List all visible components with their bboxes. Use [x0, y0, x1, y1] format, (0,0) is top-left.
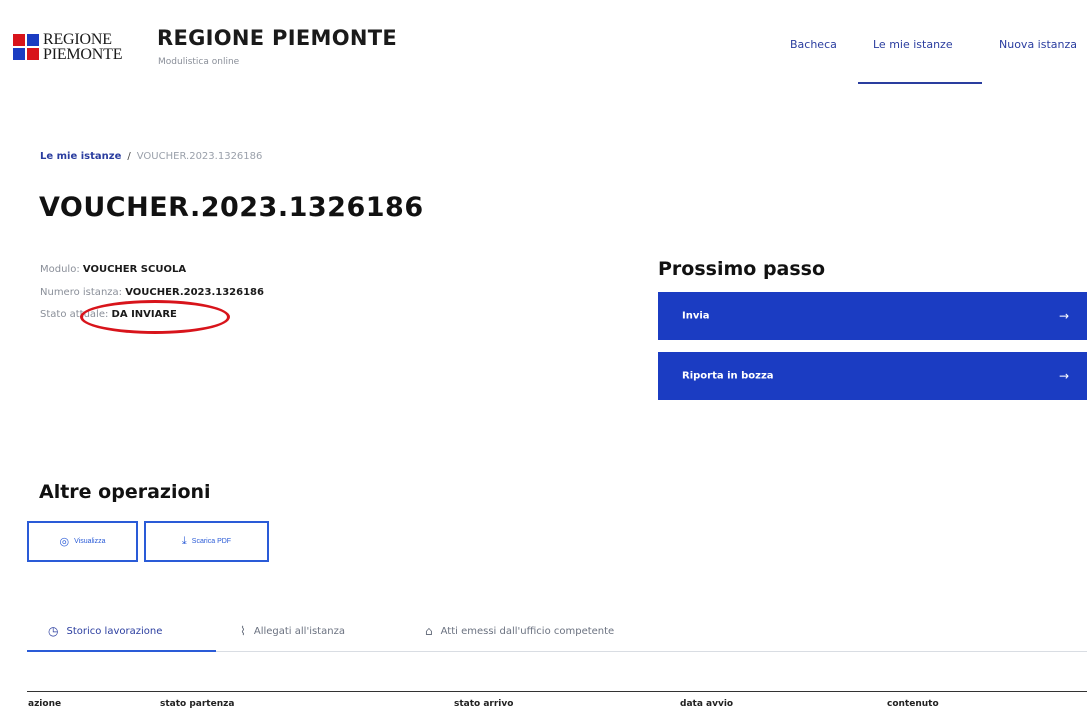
info-modulo: Modulo: VOUCHER SCUOLA	[40, 264, 186, 275]
top-navigation: Bacheca Le mie istanze Nuova istanza	[0, 38, 1087, 84]
table-header-divider	[27, 691, 1087, 692]
nav-active-indicator	[858, 82, 982, 84]
tab-storico-lavorazione[interactable]: ◷ Storico lavorazione	[48, 610, 162, 652]
nav-nuova-istanza[interactable]: Nuova istanza	[999, 38, 1077, 51]
breadcrumb-current: VOUCHER.2023.1326186	[136, 151, 263, 162]
arrow-right-icon: →	[1058, 369, 1069, 383]
paperclip-icon: ⌇	[240, 624, 246, 638]
column-header-contenuto[interactable]: contenuto	[887, 699, 939, 709]
tab-label: Atti emessi dall'ufficio competente	[440, 625, 615, 637]
other-operations-title: Altre operazioni	[39, 481, 211, 503]
visualizza-button[interactable]: ◎ Visualizza	[27, 521, 138, 562]
invia-button-label: Invia	[682, 310, 710, 322]
breadcrumb-link-le-mie-istanze[interactable]: Le mie istanze	[40, 151, 121, 162]
tab-allegati[interactable]: ⌇ Allegati all'istanza	[240, 610, 345, 652]
breadcrumb-separator: /	[127, 151, 131, 162]
tab-active-indicator	[27, 650, 216, 652]
info-numero: Numero istanza: VOUCHER.2023.1326186	[40, 287, 264, 298]
info-modulo-value: VOUCHER SCUOLA	[82, 264, 187, 275]
riporta-in-bozza-label: Riporta in bozza	[682, 370, 774, 382]
visualizza-label: Visualizza	[74, 538, 106, 545]
eye-icon: ◎	[59, 536, 70, 548]
arrow-right-icon: →	[1058, 309, 1069, 323]
building-icon: ⌂	[425, 624, 433, 638]
info-numero-value: VOUCHER.2023.1326186	[125, 287, 264, 298]
invia-button[interactable]: Invia →	[658, 292, 1087, 340]
next-step-title: Prossimo passo	[658, 258, 826, 280]
column-header-data-avvio[interactable]: data avvio	[680, 699, 733, 709]
tab-bar: ◷ Storico lavorazione ⌇ Allegati all'ist…	[27, 610, 1087, 652]
column-header-azione[interactable]: azione	[28, 699, 61, 709]
tab-label: Storico lavorazione	[66, 625, 163, 637]
nav-bacheca[interactable]: Bacheca	[790, 38, 837, 51]
column-header-stato-arrivo[interactable]: stato arrivo	[454, 699, 513, 709]
nav-le-mie-istanze[interactable]: Le mie istanze	[873, 38, 953, 51]
page-title: VOUCHER.2023.1326186	[39, 192, 424, 223]
riporta-in-bozza-button[interactable]: Riporta in bozza →	[658, 352, 1087, 400]
info-modulo-label: Modulo:	[40, 264, 80, 275]
scarica-pdf-label: Scarica PDF	[191, 538, 232, 545]
clock-icon: ◷	[48, 624, 59, 638]
tab-label: Allegati all'istanza	[253, 625, 345, 637]
info-numero-label: Numero istanza:	[40, 287, 123, 298]
breadcrumb: Le mie istanze / VOUCHER.2023.1326186	[40, 151, 262, 162]
download-icon: ⤓	[181, 535, 187, 547]
annotation-ellipse	[80, 300, 230, 334]
tab-atti-emessi[interactable]: ⌂ Atti emessi dall'ufficio competente	[425, 610, 614, 652]
site-header: REGIONE PIEMONTE REGIONE PIEMONTE Moduli…	[0, 0, 1087, 100]
scarica-pdf-button[interactable]: ⤓ Scarica PDF	[144, 521, 269, 562]
column-header-stato-partenza[interactable]: stato partenza	[160, 699, 234, 709]
